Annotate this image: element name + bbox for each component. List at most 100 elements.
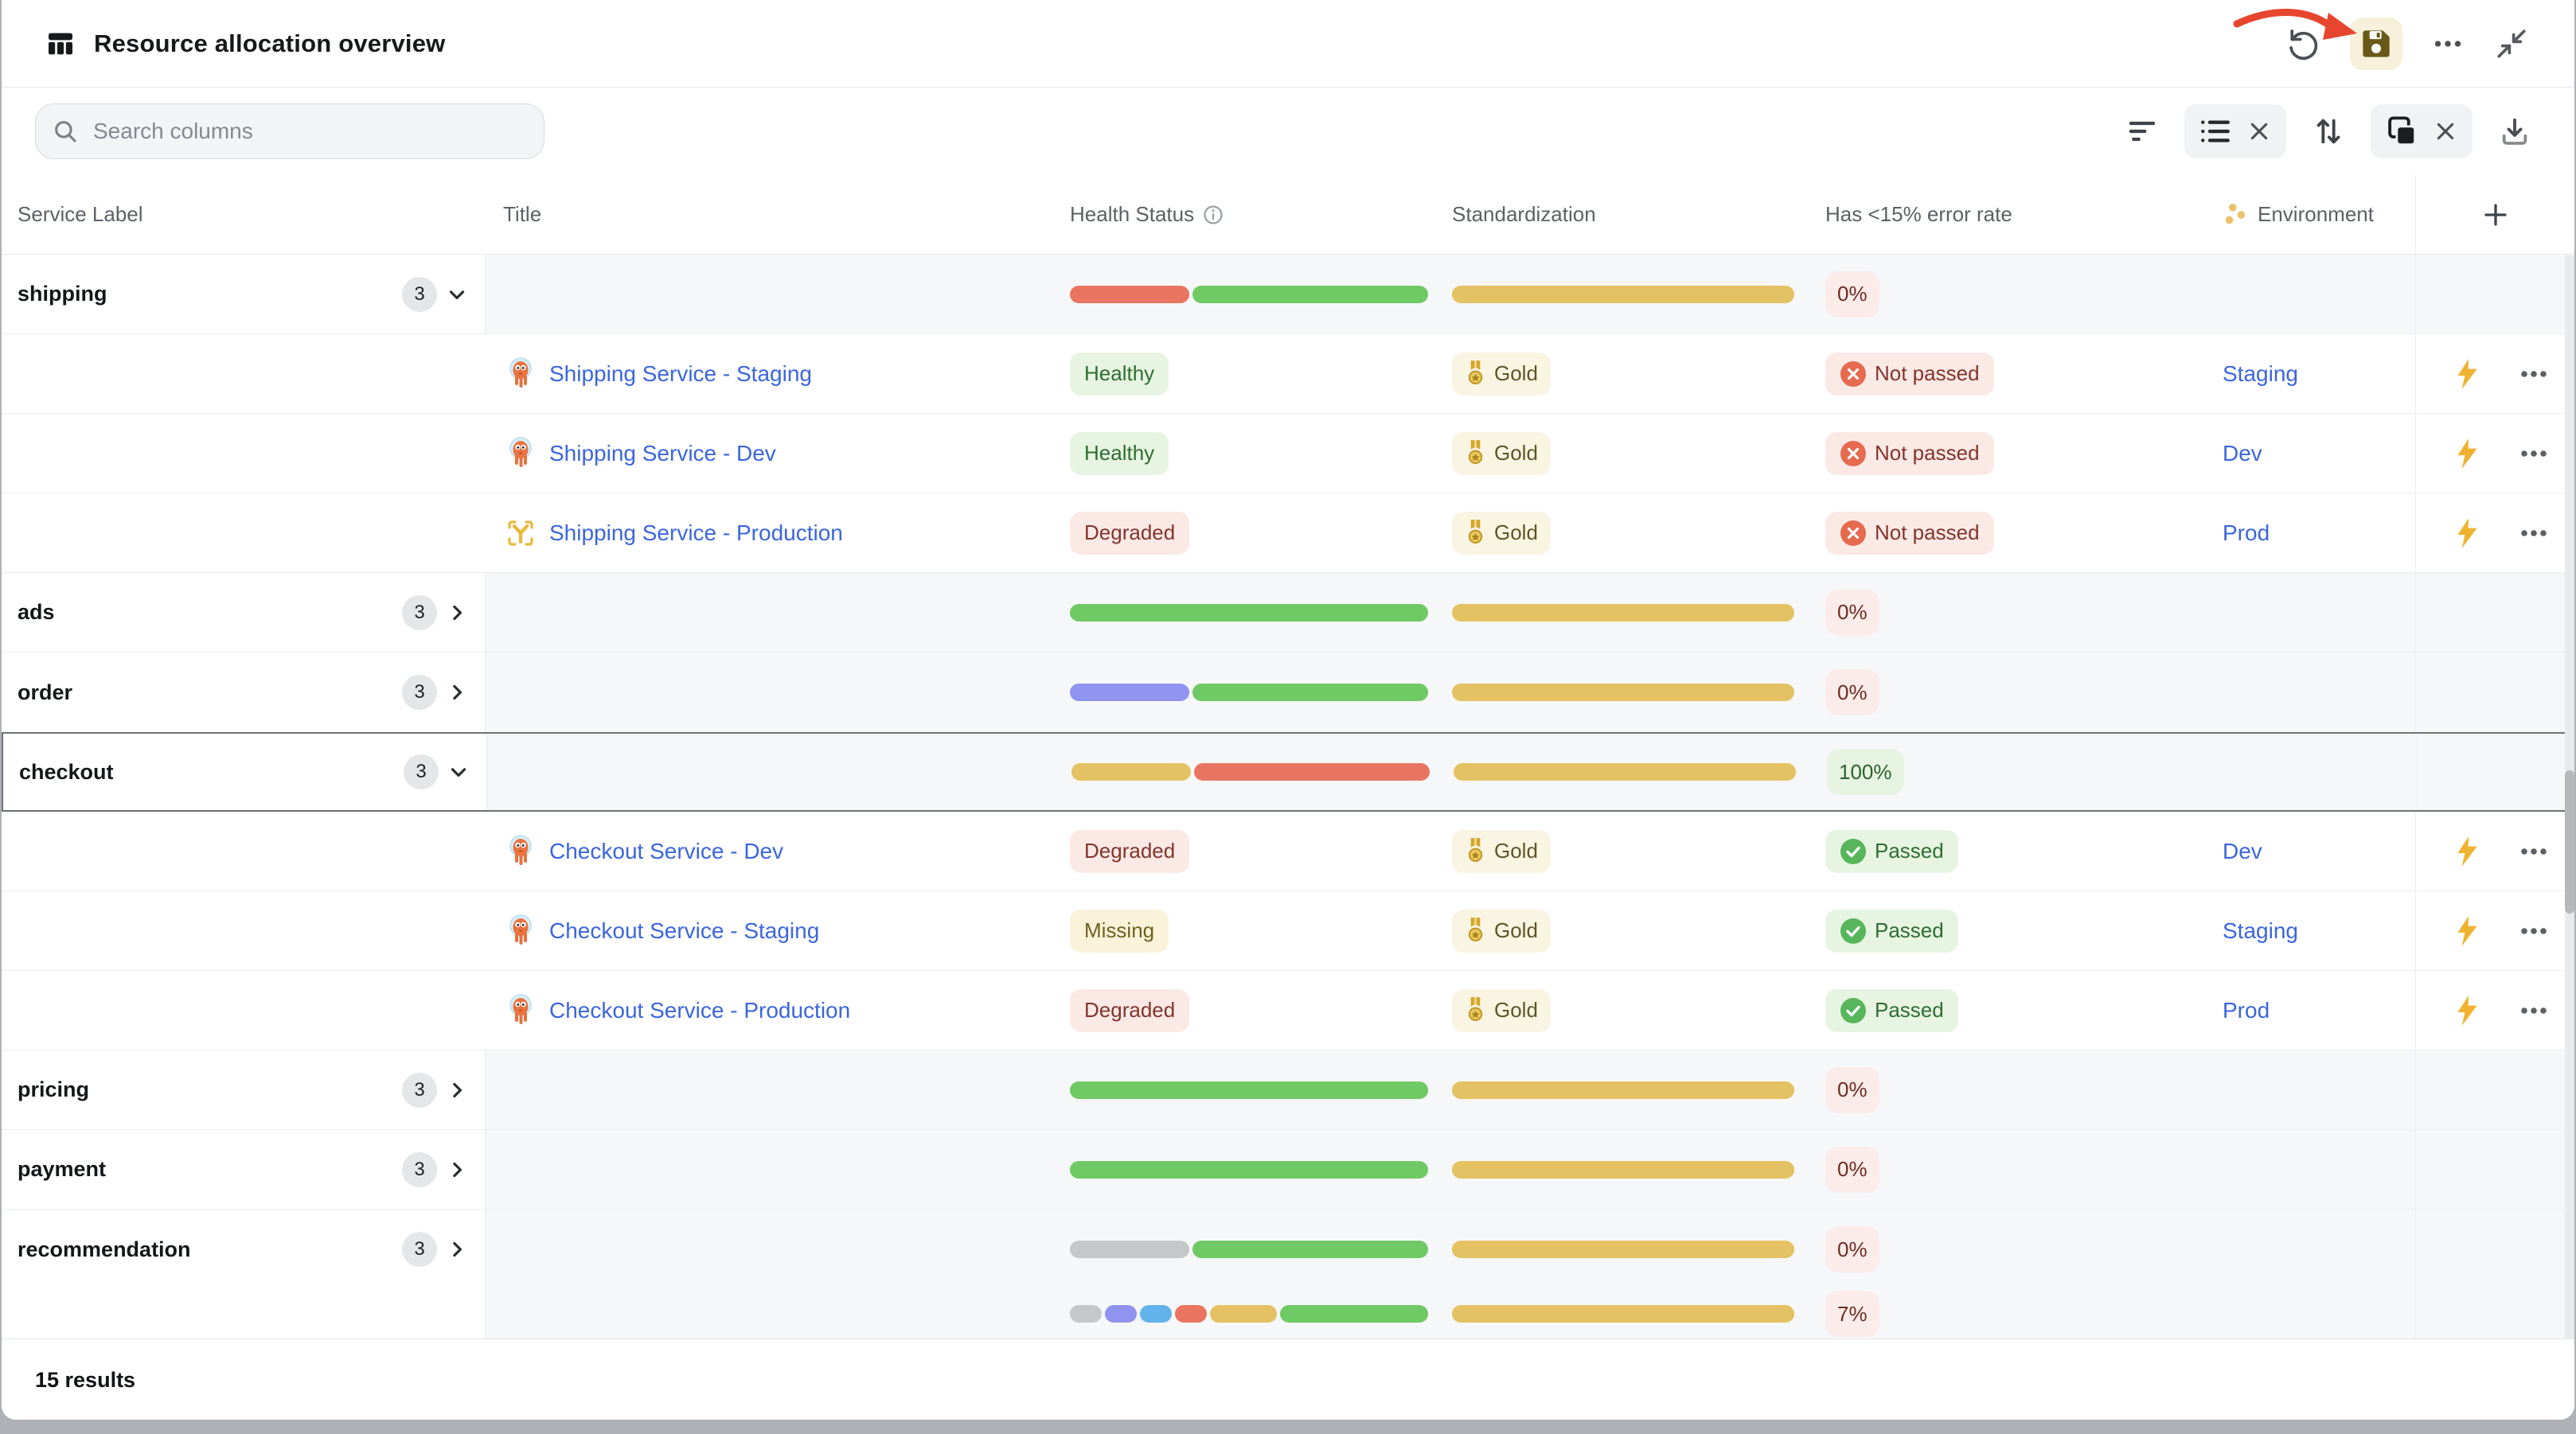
environment-link[interactable]: Staging	[2223, 918, 2298, 944]
standardization-badge: Gold	[1452, 432, 1551, 475]
octopus-avatar-icon	[503, 914, 538, 949]
group-row-pricing: pricing30%	[2, 1050, 2574, 1130]
column-label: Title	[503, 202, 541, 227]
check-label: Not passed	[1875, 520, 1980, 545]
environment-link[interactable]: Prod	[2223, 998, 2270, 1023]
chevron-down-icon[interactable]	[447, 760, 470, 784]
health-status-cell	[1060, 1210, 1442, 1289]
row-actions-cell	[2415, 573, 2574, 652]
row-actions-cell	[2415, 971, 2574, 1050]
health-distribution-bar	[1070, 1161, 1428, 1179]
lightning-icon[interactable]	[2454, 358, 2480, 390]
service-label-cell[interactable]: checkout3	[3, 734, 487, 810]
row-menu-icon[interactable]	[2516, 438, 2551, 470]
lightning-icon[interactable]	[2454, 438, 2480, 470]
chevron-down-icon[interactable]	[445, 283, 469, 306]
row-menu-icon[interactable]	[2516, 915, 2551, 947]
environment-link[interactable]: Prod	[2223, 520, 2270, 546]
lightning-icon[interactable]	[2454, 836, 2480, 867]
view-list-icon[interactable]	[2199, 115, 2232, 148]
toolbar-actions	[2124, 104, 2533, 158]
chevron-right-icon[interactable]	[445, 1237, 469, 1261]
service-title-link[interactable]: Shipping Service - Staging	[549, 361, 812, 387]
chevron-right-icon[interactable]	[445, 1158, 469, 1182]
error-rate-percent: 0%	[1825, 1226, 1879, 1272]
lightning-icon[interactable]	[2454, 995, 2480, 1027]
tier-label: Gold	[1494, 998, 1538, 1023]
group-count-badge: 3	[402, 1073, 437, 1108]
add-column-header[interactable]	[2415, 175, 2574, 254]
collapse-window-button[interactable]	[2493, 25, 2530, 62]
group-label: recommendation	[18, 1237, 191, 1262]
chevron-right-icon[interactable]	[445, 601, 469, 625]
service-label-cell[interactable]: payment3	[2, 1130, 486, 1209]
row-actions-cell	[2415, 1289, 2574, 1339]
clear-group-icon[interactable]	[2433, 119, 2458, 144]
copy-cards-icon[interactable]	[2385, 115, 2418, 148]
bar-segment-purple	[1070, 684, 1189, 701]
clear-view-icon[interactable]	[2246, 119, 2272, 144]
sort-button[interactable]	[2310, 113, 2347, 150]
service-title-link[interactable]: Checkout Service - Staging	[549, 918, 819, 944]
scrollbar-thumb[interactable]	[2565, 770, 2574, 914]
bar-segment-gray	[1070, 1305, 1102, 1323]
environment-cell	[2215, 1130, 2415, 1209]
standardization-bar	[1452, 1161, 1794, 1179]
environment-cell: Dev	[2215, 414, 2415, 493]
chevron-right-icon[interactable]	[445, 680, 469, 704]
filter-button[interactable]	[2124, 113, 2160, 150]
chevron-right-icon[interactable]	[445, 1078, 469, 1102]
lightning-icon[interactable]	[2454, 915, 2480, 947]
row-menu-icon[interactable]	[2516, 517, 2551, 549]
summary-row: 7%	[2, 1289, 2574, 1339]
error-rate-cell: 0%	[1809, 1130, 2215, 1209]
standardization-badge: Gold	[1452, 830, 1551, 873]
service-title-link[interactable]: Checkout Service - Dev	[549, 839, 783, 864]
row-menu-icon[interactable]	[2516, 836, 2551, 867]
environment-link[interactable]: Dev	[2223, 441, 2262, 466]
tier-label: Gold	[1494, 839, 1538, 863]
health-status-cell	[1060, 1289, 1442, 1339]
service-label-cell[interactable]: shipping3	[2, 255, 486, 333]
service-label-cell[interactable]: ads3	[2, 573, 486, 652]
environment-link[interactable]: Dev	[2223, 839, 2262, 864]
service-title-link[interactable]: Shipping Service - Production	[549, 520, 843, 546]
standardization-cell: Gold	[1442, 891, 1809, 970]
environment-link[interactable]: Staging	[2223, 361, 2298, 387]
more-options-button[interactable]	[2430, 25, 2466, 62]
row-menu-icon[interactable]	[2516, 995, 2551, 1027]
service-label-cell[interactable]: pricing3	[2, 1050, 486, 1129]
check-label: Passed	[1875, 998, 1944, 1023]
undo-button[interactable]	[2286, 25, 2323, 62]
group-label: shipping	[18, 282, 107, 306]
save-button[interactable]	[2350, 18, 2402, 70]
window-header: Resource allocation overview	[2, 0, 2574, 88]
search-input[interactable]	[92, 118, 509, 145]
service-title-link[interactable]: Checkout Service - Production	[549, 998, 850, 1023]
download-button[interactable]	[2496, 113, 2533, 150]
error-rate-percent: 0%	[1825, 669, 1879, 715]
environment-cell	[2215, 573, 2415, 652]
title-cell	[486, 573, 1060, 652]
row-menu-icon[interactable]	[2516, 358, 2551, 390]
service-title-link[interactable]: Shipping Service - Dev	[549, 441, 776, 466]
bar-segment-gold	[1452, 604, 1794, 622]
row-actions-cell	[2415, 493, 2574, 572]
error-rate-cell: Not passed	[1809, 493, 2215, 572]
standardization-cell: Gold	[1442, 414, 1809, 493]
lightning-icon[interactable]	[2454, 517, 2480, 549]
error-rate-badge: Not passed	[1825, 432, 1994, 475]
search-box[interactable]	[35, 103, 544, 159]
service-label-cell[interactable]: recommendation3	[2, 1210, 486, 1289]
service-label-cell	[2, 414, 486, 493]
tier-label: Gold	[1494, 441, 1538, 466]
row-actions-cell	[2415, 414, 2574, 493]
environment-cell: Staging	[2215, 334, 2415, 413]
health-status-badge: Missing	[1070, 910, 1169, 953]
standardization-cell: Gold	[1442, 971, 1809, 1050]
info-icon[interactable]	[1202, 204, 1224, 226]
column-label: Has <15% error rate	[1825, 202, 2012, 227]
header-actions	[2286, 18, 2530, 70]
service-label-cell[interactable]: order3	[2, 653, 486, 732]
standardization-cell	[1442, 1210, 1809, 1289]
